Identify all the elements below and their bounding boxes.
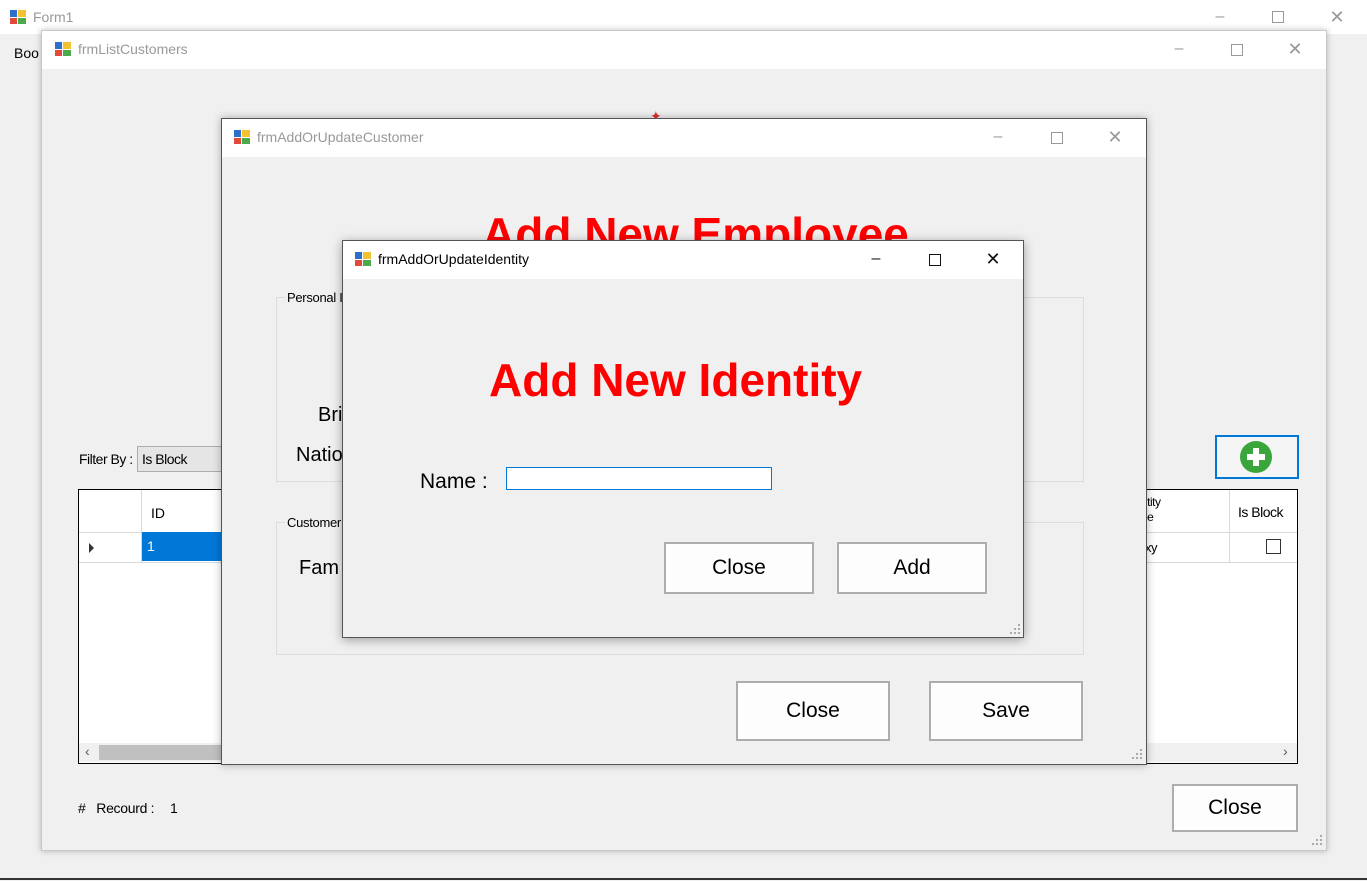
form1-titlebar: [0, 0, 1367, 34]
customer-info-group-label: Customer: [285, 515, 343, 530]
list-resize-grip[interactable]: [1312, 835, 1322, 845]
customer-close-button-bottom[interactable]: Close: [736, 681, 890, 741]
identity-title: frmAddOrUpdateIdentity: [378, 251, 529, 267]
list-minimize-button[interactable]: –: [1169, 39, 1189, 59]
identity-close-button-bottom[interactable]: Close: [664, 542, 814, 594]
customer-app-icon: [234, 130, 250, 144]
scroll-left-icon[interactable]: ‹: [85, 743, 90, 759]
name-label: Name :: [420, 470, 488, 493]
form1-bottom-line: [0, 878, 1367, 880]
form1-maximize-button[interactable]: [1272, 11, 1284, 23]
filter-select-value: Is Block: [142, 451, 188, 467]
list-close-button-bottom[interactable]: Close: [1172, 784, 1298, 832]
list-app-icon: [55, 42, 71, 56]
list-maximize-button[interactable]: [1231, 44, 1243, 56]
customer-maximize-button[interactable]: [1051, 132, 1063, 144]
form1-title: Form1: [33, 9, 74, 25]
family-label: Fam: [299, 557, 339, 579]
row-is-block-checkbox[interactable]: [1266, 539, 1281, 554]
scroll-right-icon[interactable]: ›: [1283, 743, 1288, 759]
list-titlebar: [42, 31, 1326, 69]
scroll-thumb[interactable]: [99, 745, 229, 760]
customer-minimize-button[interactable]: –: [988, 127, 1008, 147]
identity-heading: Add New Identity: [489, 354, 863, 406]
identity-maximize-button[interactable]: [929, 254, 941, 266]
customer-resize-grip[interactable]: [1132, 749, 1142, 759]
identity-close-button[interactable]: ✕: [983, 249, 1003, 269]
filter-label: Filter By :: [79, 451, 133, 467]
form1-app-icon: [10, 10, 26, 24]
customer-title: frmAddOrUpdateCustomer: [257, 129, 424, 145]
name-input[interactable]: [506, 467, 772, 490]
identity-resize-grip[interactable]: [1010, 624, 1020, 634]
grid-header-is-block[interactable]: Is Block: [1238, 504, 1284, 520]
grid-header-id[interactable]: ID: [151, 505, 165, 521]
identity-app-icon: [355, 252, 371, 266]
row-pointer-icon: [89, 543, 94, 553]
list-close-button[interactable]: ✕: [1285, 39, 1305, 59]
record-label: # Recourd :: [78, 800, 155, 816]
customer-close-button[interactable]: ✕: [1105, 127, 1125, 147]
row-id-cell[interactable]: 1: [142, 532, 222, 561]
identity-window: frmAddOrUpdateIdentity – ✕ Add New Ident…: [342, 240, 1024, 638]
birth-date-label: Bri: [318, 404, 343, 426]
form1-close-button[interactable]: ✕: [1327, 7, 1347, 27]
form1-minimize-button[interactable]: –: [1210, 7, 1230, 27]
identity-add-button[interactable]: Add: [837, 542, 987, 594]
plus-circle-icon: [1240, 441, 1272, 473]
record-count: 1: [170, 800, 178, 816]
add-customer-button[interactable]: [1215, 435, 1299, 479]
form1-menu-item[interactable]: Boo: [14, 45, 39, 61]
customer-save-button[interactable]: Save: [929, 681, 1083, 741]
row-id-value: 1: [147, 538, 155, 554]
list-title: frmListCustomers: [78, 41, 188, 57]
personal-info-group-label: Personal I: [285, 290, 345, 305]
filter-select[interactable]: Is Block: [137, 446, 229, 472]
nationality-label: Natio: [296, 444, 343, 466]
identity-minimize-button[interactable]: –: [866, 249, 886, 269]
